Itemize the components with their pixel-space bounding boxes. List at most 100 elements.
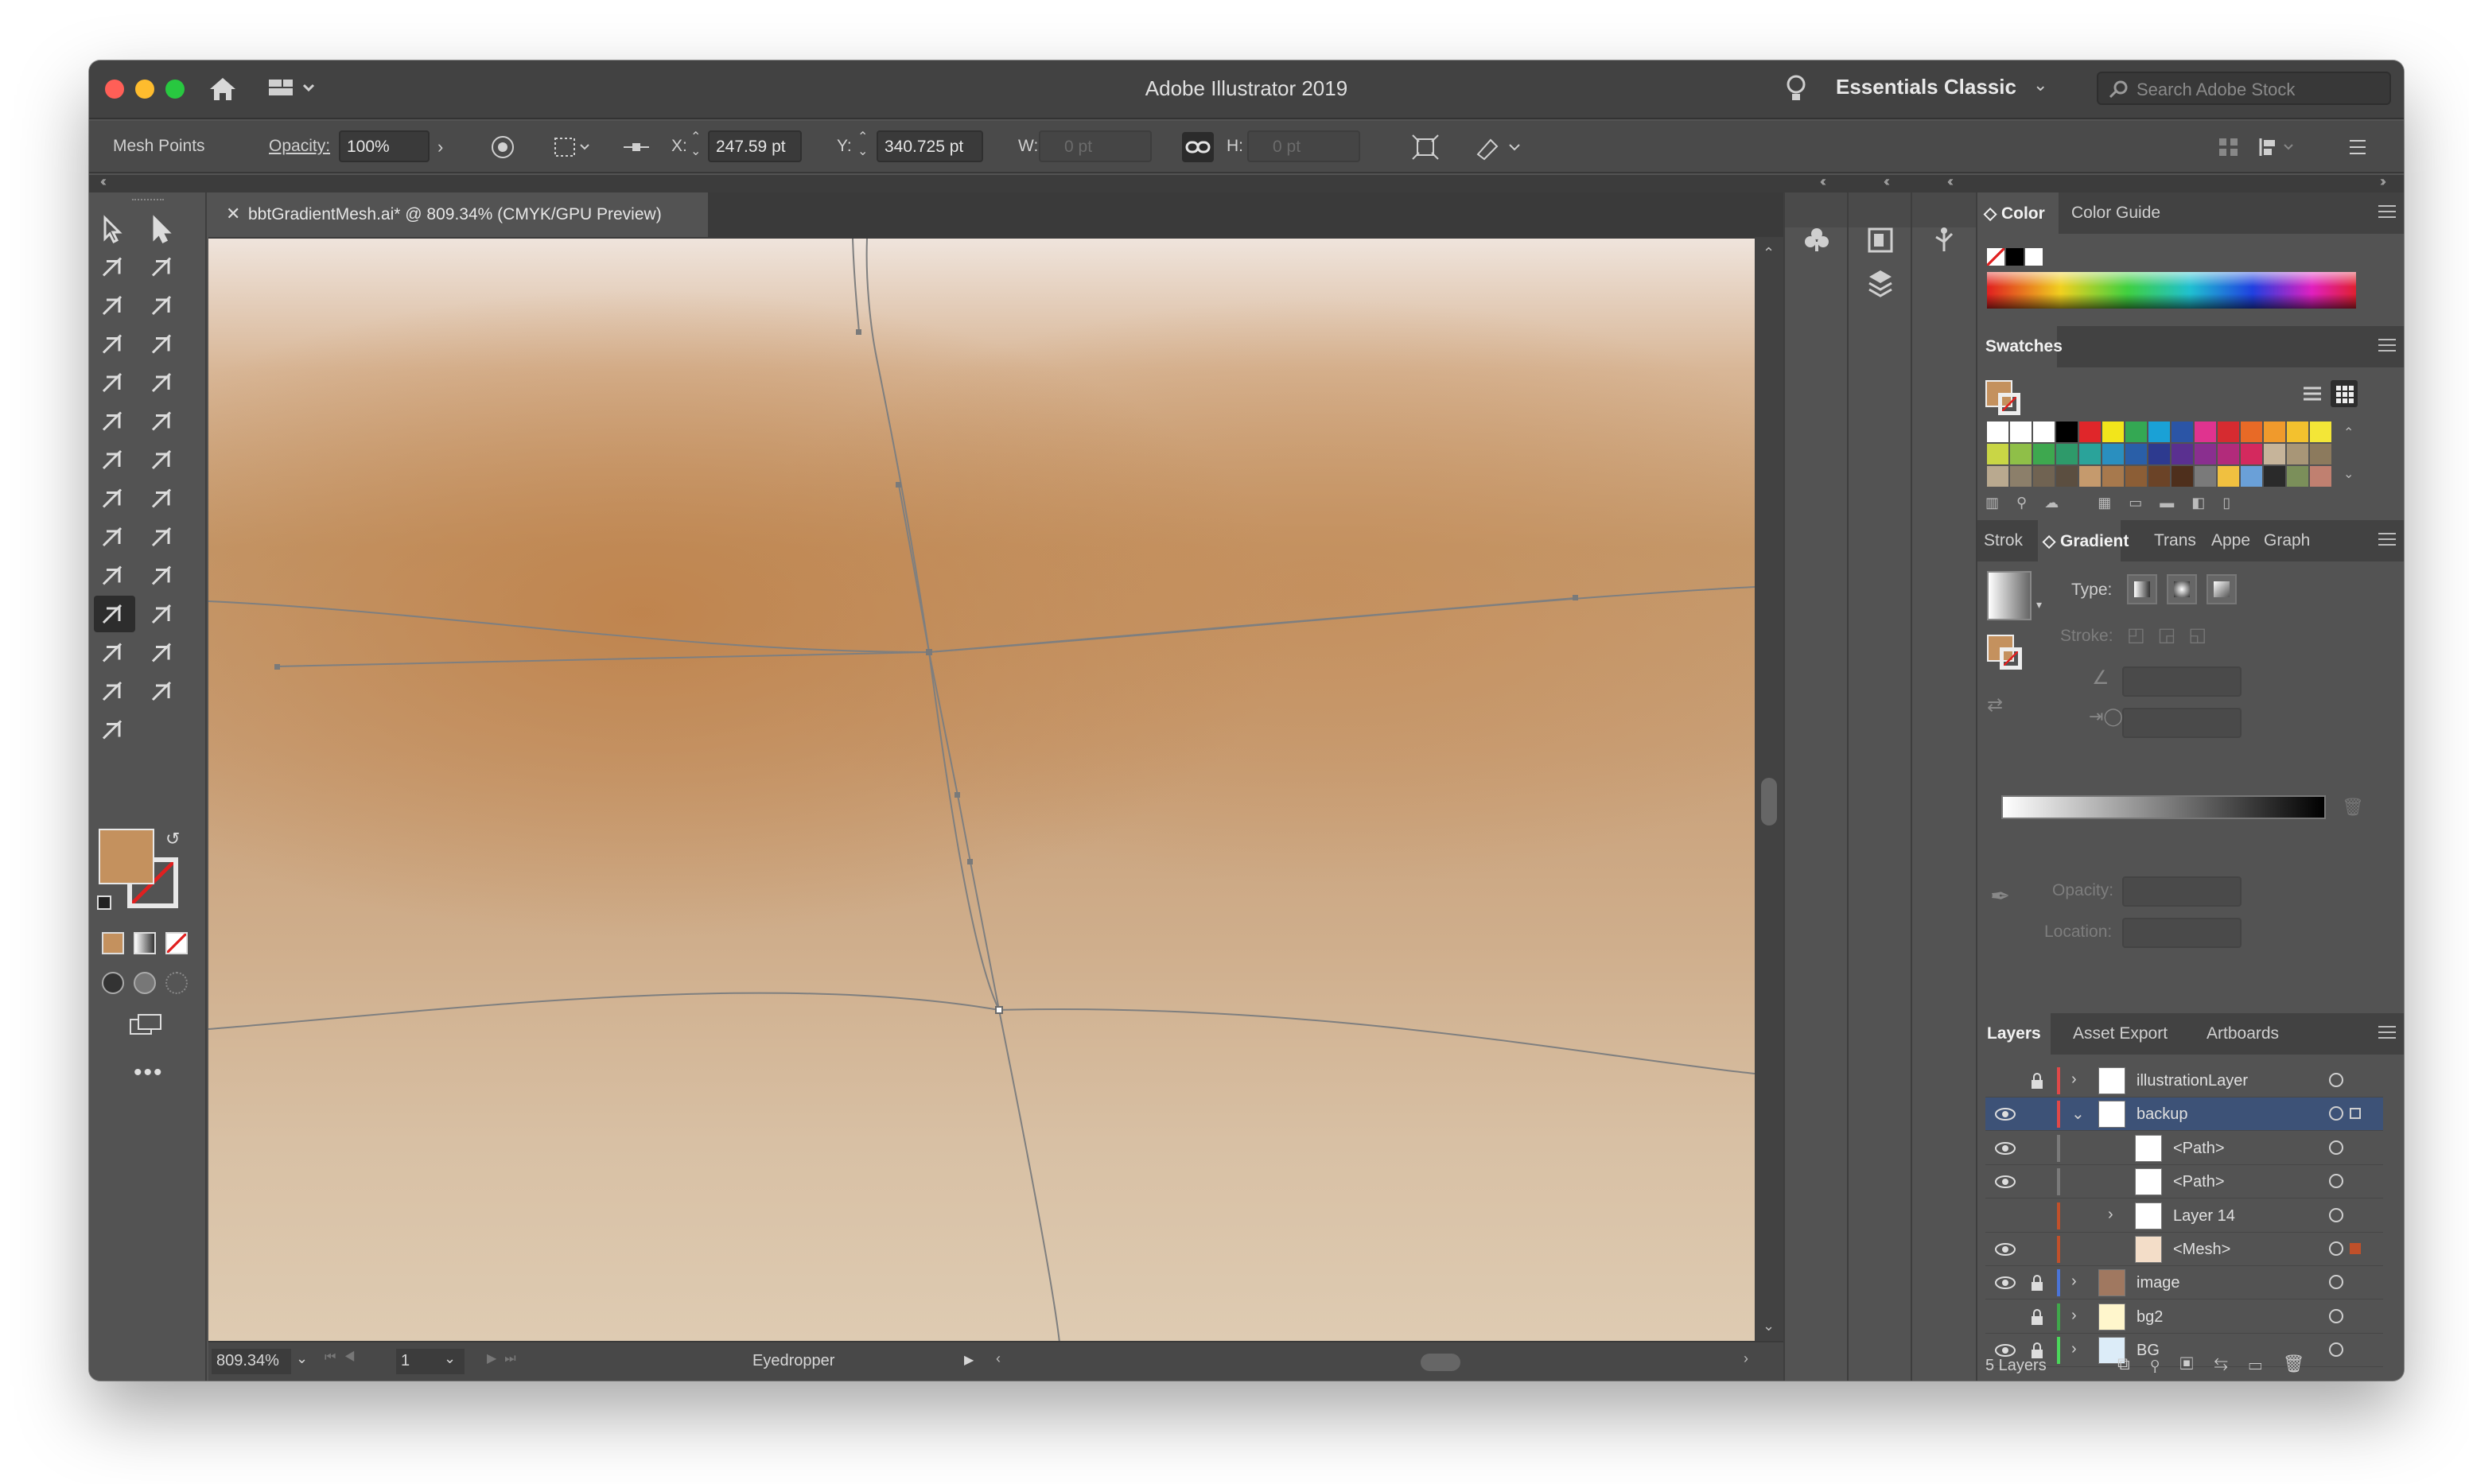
swap-fill-stroke-icon[interactable]: ↺ — [165, 829, 180, 849]
gradient-location-dropdown[interactable] — [2122, 918, 2242, 948]
panel-menu-icon[interactable] — [2342, 132, 2374, 162]
tab-graphic-styles[interactable]: Graph — [2264, 531, 2310, 550]
gradient-tool-icon[interactable] — [151, 565, 172, 585]
swatch[interactable] — [2195, 422, 2216, 442]
mesh-handle-point[interactable] — [967, 859, 973, 864]
eye-icon[interactable] — [1993, 1105, 2017, 1123]
mesh-line-vertical[interactable] — [865, 239, 1060, 1341]
perspective-grid-tool-icon[interactable] — [151, 526, 172, 547]
h-field[interactable]: 0 pt — [1247, 130, 1360, 162]
chevron-down-icon[interactable]: ⌄ — [2071, 1104, 2085, 1124]
document-tab[interactable]: ✕ bbtGradientMesh.ai* @ 809.34% (CMYK/GP… — [208, 192, 708, 237]
layer-row[interactable]: › bg2 — [1985, 1300, 2383, 1334]
scale-tool-icon[interactable] — [151, 449, 172, 470]
artboard-chevron-icon[interactable]: ⌄ — [444, 1350, 456, 1367]
stock-search-input[interactable]: Search Adobe Stock — [2097, 72, 2391, 105]
eye-icon[interactable] — [1993, 1274, 2017, 1292]
swatch[interactable] — [2310, 466, 2331, 487]
collapse-tools-icon[interactable]: ‹‹ — [100, 173, 107, 190]
angle-dropdown[interactable] — [2122, 666, 2242, 697]
draw-behind-icon[interactable] — [134, 972, 156, 994]
isolate-object-icon[interactable] — [1473, 132, 1529, 162]
mesh-handle-point[interactable] — [896, 482, 901, 488]
gradient-slider[interactable] — [2001, 795, 2326, 819]
warp-tool-icon[interactable] — [102, 488, 122, 508]
eyedropper-tool-icon[interactable] — [94, 596, 135, 632]
transform-icon[interactable] — [1409, 132, 1441, 162]
target-icon[interactable] — [2329, 1241, 2343, 1256]
mesh-handle-point[interactable] — [1573, 595, 1578, 600]
color-mode-button[interactable] — [102, 932, 124, 954]
swatch[interactable] — [2241, 466, 2262, 487]
fill-swatch-front[interactable] — [99, 829, 154, 884]
swatches-stroke-swatch[interactable] — [1998, 393, 2020, 415]
swatch[interactable] — [2172, 466, 2193, 487]
swatch[interactable] — [2264, 466, 2285, 487]
swatch[interactable] — [2079, 444, 2101, 464]
swatch[interactable] — [2218, 466, 2239, 487]
y-stepper-icon[interactable]: ⌃ ⌄ — [857, 130, 868, 159]
eye-icon[interactable] — [1993, 1173, 2017, 1191]
stroke-gradient-options-icons[interactable]: ◰◲◱ — [2127, 624, 2226, 651]
swatch[interactable] — [2079, 466, 2101, 487]
default-fill-stroke-icon[interactable] — [97, 895, 111, 910]
line-segment-tool-icon[interactable] — [151, 334, 172, 354]
target-icon[interactable] — [2329, 1275, 2343, 1290]
target-icon[interactable] — [2329, 1207, 2343, 1222]
selected-mesh-point[interactable] — [995, 1006, 1003, 1014]
zoom-chevron-icon[interactable]: ⌄ — [296, 1350, 308, 1367]
lightbulb-icon[interactable] — [1780, 72, 1812, 107]
swatch[interactable] — [2010, 444, 2032, 464]
tab-layers[interactable]: Layers — [1987, 1024, 2041, 1043]
y-field[interactable]: 340.725 pt — [877, 130, 983, 162]
chevron-right-icon[interactable]: › — [437, 137, 443, 157]
w-field[interactable]: 0 pt — [1039, 130, 1152, 162]
grid-view-icon[interactable] — [2331, 380, 2358, 407]
libraries-icon[interactable] — [1863, 223, 1898, 258]
gradient-panel-menu-icon[interactable] — [2378, 533, 2396, 547]
swatch[interactable] — [2125, 466, 2147, 487]
layer-row[interactable]: <Path> — [1985, 1165, 2383, 1199]
color-panel-menu-icon[interactable] — [2378, 205, 2396, 219]
tab-gradient[interactable]: ◇ Gradient — [2043, 531, 2129, 551]
swatch[interactable] — [2195, 466, 2216, 487]
swatch[interactable] — [2056, 422, 2078, 442]
artboard-prev-icons[interactable]: ⏮◀ — [325, 1350, 364, 1365]
swatch[interactable] — [2264, 444, 2285, 464]
type-tool-icon[interactable] — [102, 334, 122, 354]
rotate-tool-icon[interactable] — [102, 449, 122, 470]
swatch[interactable] — [2148, 466, 2170, 487]
swatch[interactable] — [2287, 422, 2308, 442]
mesh-handle[interactable] — [898, 484, 1000, 1011]
swatch[interactable] — [2172, 444, 2193, 464]
x-stepper-icon[interactable]: ⌃ ⌄ — [690, 130, 701, 159]
screen-mode-icon[interactable] — [127, 1012, 165, 1037]
swatch[interactable] — [2010, 466, 2032, 487]
tab-color[interactable]: ◇ Color — [1984, 204, 2045, 223]
layers-panel-menu-icon[interactable] — [2378, 1026, 2396, 1040]
eraser-tool-icon[interactable] — [151, 411, 172, 431]
swatch[interactable] — [2033, 444, 2055, 464]
mesh-handle-point[interactable] — [274, 664, 280, 670]
swatch[interactable] — [1987, 444, 2008, 464]
swatch[interactable] — [2287, 466, 2308, 487]
draw-inside-icon[interactable] — [165, 972, 188, 994]
edit-toolbar-icon[interactable]: ••• — [134, 1059, 164, 1086]
linear-gradient-button[interactable] — [2127, 574, 2157, 604]
column-graph-tool-icon[interactable] — [102, 643, 122, 662]
swatch[interactable] — [2172, 422, 2193, 442]
swatch[interactable] — [2218, 444, 2239, 464]
eye-icon[interactable] — [1993, 1140, 2017, 1157]
target-icon[interactable] — [2329, 1073, 2343, 1087]
horizontal-scroll-thumb[interactable] — [1421, 1354, 1460, 1371]
target-icon[interactable] — [2329, 1308, 2343, 1323]
gradient-opacity-dropdown[interactable] — [2122, 876, 2242, 907]
swatch[interactable] — [2148, 422, 2170, 442]
layer-row[interactable]: › image — [1985, 1266, 2383, 1300]
scroll-right-icon[interactable]: › — [1744, 1350, 1748, 1367]
tab-transparency[interactable]: Trans — [2154, 531, 2196, 550]
layer-row[interactable]: <Path> — [1985, 1132, 2383, 1165]
layer-row[interactable]: › illustrationLayer — [1985, 1064, 2383, 1097]
status-menu-icon[interactable]: ▶ — [964, 1352, 974, 1368]
anchor-point-icon[interactable] — [620, 132, 652, 162]
